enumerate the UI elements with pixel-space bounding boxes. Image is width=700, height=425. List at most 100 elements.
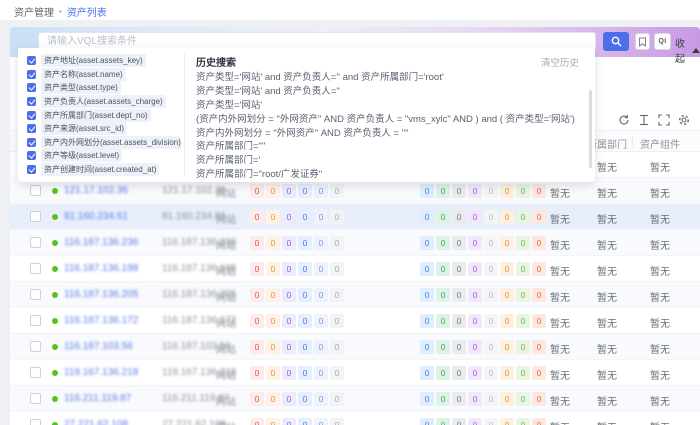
field-option[interactable]: 资产创建时间(asset.created_at) <box>27 163 184 177</box>
count-badge[interactable]: 0 <box>314 288 328 302</box>
checkbox-checked-icon[interactable] <box>27 165 36 174</box>
history-item[interactable]: 资产所属部门="root/广发证券" <box>196 168 579 182</box>
field-option[interactable]: 资产来源(asset.src_id) <box>27 122 184 136</box>
count-badge[interactable]: 0 <box>436 184 450 198</box>
count-badge[interactable]: 0 <box>298 340 312 354</box>
count-badge[interactable]: 0 <box>500 314 514 328</box>
count-badge[interactable]: 0 <box>484 340 498 354</box>
count-badge[interactable]: 0 <box>250 418 264 425</box>
count-badge[interactable]: 0 <box>500 418 514 425</box>
count-badge[interactable]: 0 <box>484 314 498 328</box>
count-badge[interactable]: 0 <box>452 184 466 198</box>
count-badge[interactable]: 0 <box>266 340 280 354</box>
count-badge[interactable]: 0 <box>314 366 328 380</box>
count-badge[interactable]: 0 <box>468 210 482 224</box>
count-badge[interactable]: 0 <box>468 288 482 302</box>
count-badge[interactable]: 0 <box>282 262 296 276</box>
count-badge[interactable]: 0 <box>452 236 466 250</box>
count-badge[interactable]: 0 <box>266 236 280 250</box>
count-badge[interactable]: 0 <box>420 418 434 425</box>
count-badge[interactable]: 0 <box>314 314 328 328</box>
count-badge[interactable]: 0 <box>250 314 264 328</box>
count-badge[interactable]: 0 <box>436 210 450 224</box>
asset-address-link[interactable]: 116.187.136.205 <box>64 289 138 300</box>
panel-scrollbar[interactable] <box>589 90 592 168</box>
count-badge[interactable]: 0 <box>420 314 434 328</box>
refresh-icon[interactable] <box>618 113 630 125</box>
count-badge[interactable]: 0 <box>250 288 264 302</box>
count-badge[interactable]: 0 <box>500 262 514 276</box>
table-row[interactable]: 116.187.136.236 116.187.136.236 网站 00000… <box>10 230 700 256</box>
count-badge[interactable]: 0 <box>282 418 296 425</box>
count-badge[interactable]: 0 <box>436 288 450 302</box>
count-badge[interactable]: 0 <box>468 340 482 354</box>
count-badge[interactable]: 0 <box>436 392 450 406</box>
count-badge[interactable]: 0 <box>500 210 514 224</box>
count-badge[interactable]: 0 <box>420 236 434 250</box>
count-badge[interactable]: 0 <box>500 184 514 198</box>
checkbox-checked-icon[interactable] <box>27 111 36 120</box>
count-badge[interactable]: 0 <box>468 366 482 380</box>
count-badge[interactable]: 0 <box>250 210 264 224</box>
count-badge[interactable]: 0 <box>298 418 312 425</box>
clear-history-button[interactable]: 清空历史 <box>541 55 579 69</box>
table-row[interactable]: 116.187.136.172 116.187.136.172 网站 00000… <box>10 308 700 334</box>
count-badge[interactable]: 0 <box>314 418 328 425</box>
count-badge[interactable]: 0 <box>420 366 434 380</box>
count-badge[interactable]: 0 <box>452 366 466 380</box>
count-badge[interactable]: 0 <box>500 366 514 380</box>
count-badge[interactable]: 0 <box>436 418 450 425</box>
count-badge[interactable]: 0 <box>516 392 530 406</box>
count-badge[interactable]: 0 <box>250 236 264 250</box>
count-badge[interactable]: 0 <box>266 392 280 406</box>
count-badge[interactable]: 0 <box>298 366 312 380</box>
count-badge[interactable]: 0 <box>468 236 482 250</box>
count-badge[interactable]: 0 <box>452 288 466 302</box>
history-item[interactable]: (资产内外网划分 = "外网资产" AND 资产负责人 = "vms_xylc"… <box>196 113 579 127</box>
history-item[interactable]: 资产所属部门="" <box>196 140 579 154</box>
count-badge[interactable]: 0 <box>516 262 530 276</box>
history-item[interactable]: 资产内外网划分 = "外网资产" AND 资产负责人 = "" <box>196 127 579 141</box>
row-checkbox[interactable] <box>30 393 41 404</box>
count-badge[interactable]: 0 <box>420 262 434 276</box>
asset-address-link[interactable]: 116.211.119.87 <box>64 393 131 404</box>
count-badge[interactable]: 0 <box>250 184 264 198</box>
count-badge[interactable]: 0 <box>282 236 296 250</box>
count-badge[interactable]: 0 <box>516 340 530 354</box>
count-badge[interactable]: 0 <box>282 340 296 354</box>
asset-address-link[interactable]: 121.17.102.36 <box>64 185 128 196</box>
field-option[interactable]: 资产负责人(asset.assets_charge) <box>27 95 184 109</box>
field-option[interactable]: 资产地址(asset.assets_key) <box>27 54 184 68</box>
count-badge[interactable]: 0 <box>314 236 328 250</box>
count-badge[interactable]: 0 <box>500 340 514 354</box>
checkbox-checked-icon[interactable] <box>27 138 36 147</box>
row-checkbox[interactable] <box>30 289 41 300</box>
row-checkbox[interactable] <box>30 263 41 274</box>
count-badge[interactable]: 0 <box>266 184 280 198</box>
save-search-button[interactable] <box>635 33 650 50</box>
count-badge[interactable]: 0 <box>282 210 296 224</box>
checkbox-checked-icon[interactable] <box>27 70 36 79</box>
count-badge[interactable]: 0 <box>298 262 312 276</box>
asset-address-link[interactable]: 27.221.62.108 <box>64 419 128 425</box>
count-badge[interactable]: 0 <box>298 314 312 328</box>
count-badge[interactable]: 0 <box>436 236 450 250</box>
collapse-toggle[interactable]: 收起 <box>675 35 700 65</box>
asset-address-link[interactable]: 116.187.136.236 <box>64 237 138 248</box>
count-badge[interactable]: 0 <box>468 418 482 425</box>
count-badge[interactable]: 0 <box>298 184 312 198</box>
field-option[interactable]: 资产名称(asset.name) <box>27 68 184 82</box>
count-badge[interactable]: 0 <box>298 236 312 250</box>
count-badge[interactable]: 0 <box>516 314 530 328</box>
history-item[interactable]: 资产类型='网站' and 资产负责人='' <box>196 85 579 99</box>
count-badge[interactable]: 0 <box>282 184 296 198</box>
checkbox-checked-icon[interactable] <box>27 124 36 133</box>
field-option[interactable]: 资产内外网划分(asset.assets_division) <box>27 136 184 150</box>
count-badge[interactable]: 0 <box>452 340 466 354</box>
table-row[interactable]: 81.160.234.61 81.160.234.61 网站 000000 00… <box>10 204 700 230</box>
count-badge[interactable]: 0 <box>452 210 466 224</box>
settings-icon[interactable] <box>678 113 690 125</box>
count-badge[interactable]: 0 <box>484 184 498 198</box>
count-badge[interactable]: 0 <box>330 314 344 328</box>
count-badge[interactable]: 0 <box>452 392 466 406</box>
